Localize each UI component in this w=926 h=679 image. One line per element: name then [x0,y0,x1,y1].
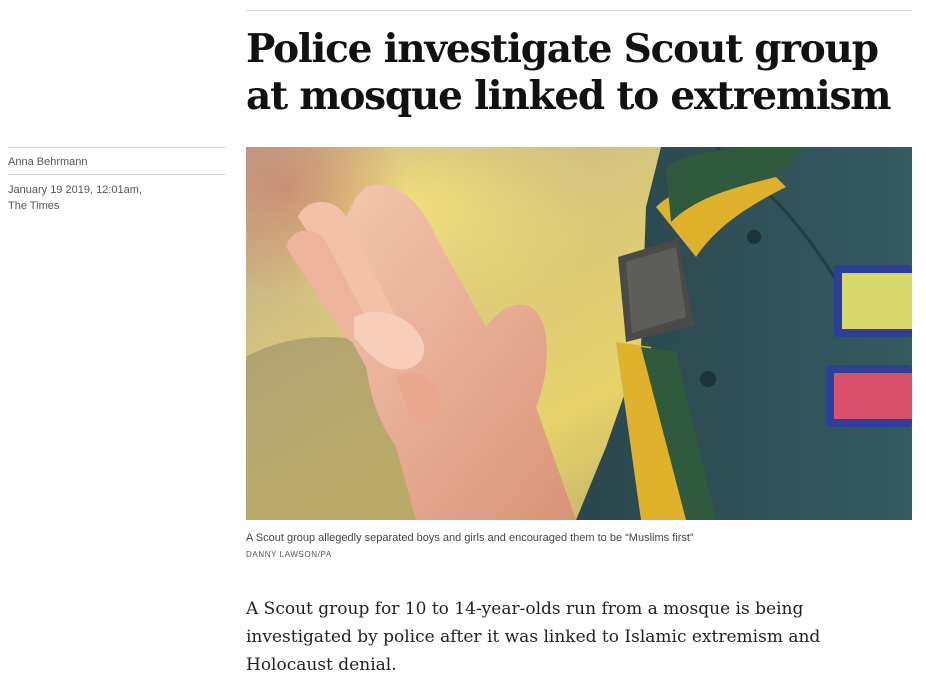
author-name[interactable]: Anna Behrmann [8,148,226,174]
publish-date: January 19 2019, 12:01am, [8,184,142,196]
article-headline: Police investigate Scout group at mosque… [246,26,892,119]
top-divider [246,10,912,11]
article-image [246,147,912,520]
publication-name: The Times [8,200,60,212]
scout-salute-photo [246,147,912,520]
byline-panel: Anna Behrmann January 19 2019, 12:01am, … [8,147,226,214]
dateline: January 19 2019, 12:01am, The Times [8,175,226,214]
image-credit: DANNY LAWSON/PA [246,550,332,559]
image-caption: A Scout group allegedly separated boys a… [246,532,694,544]
article-lead-paragraph: A Scout group for 10 to 14-year-olds run… [246,599,821,675]
